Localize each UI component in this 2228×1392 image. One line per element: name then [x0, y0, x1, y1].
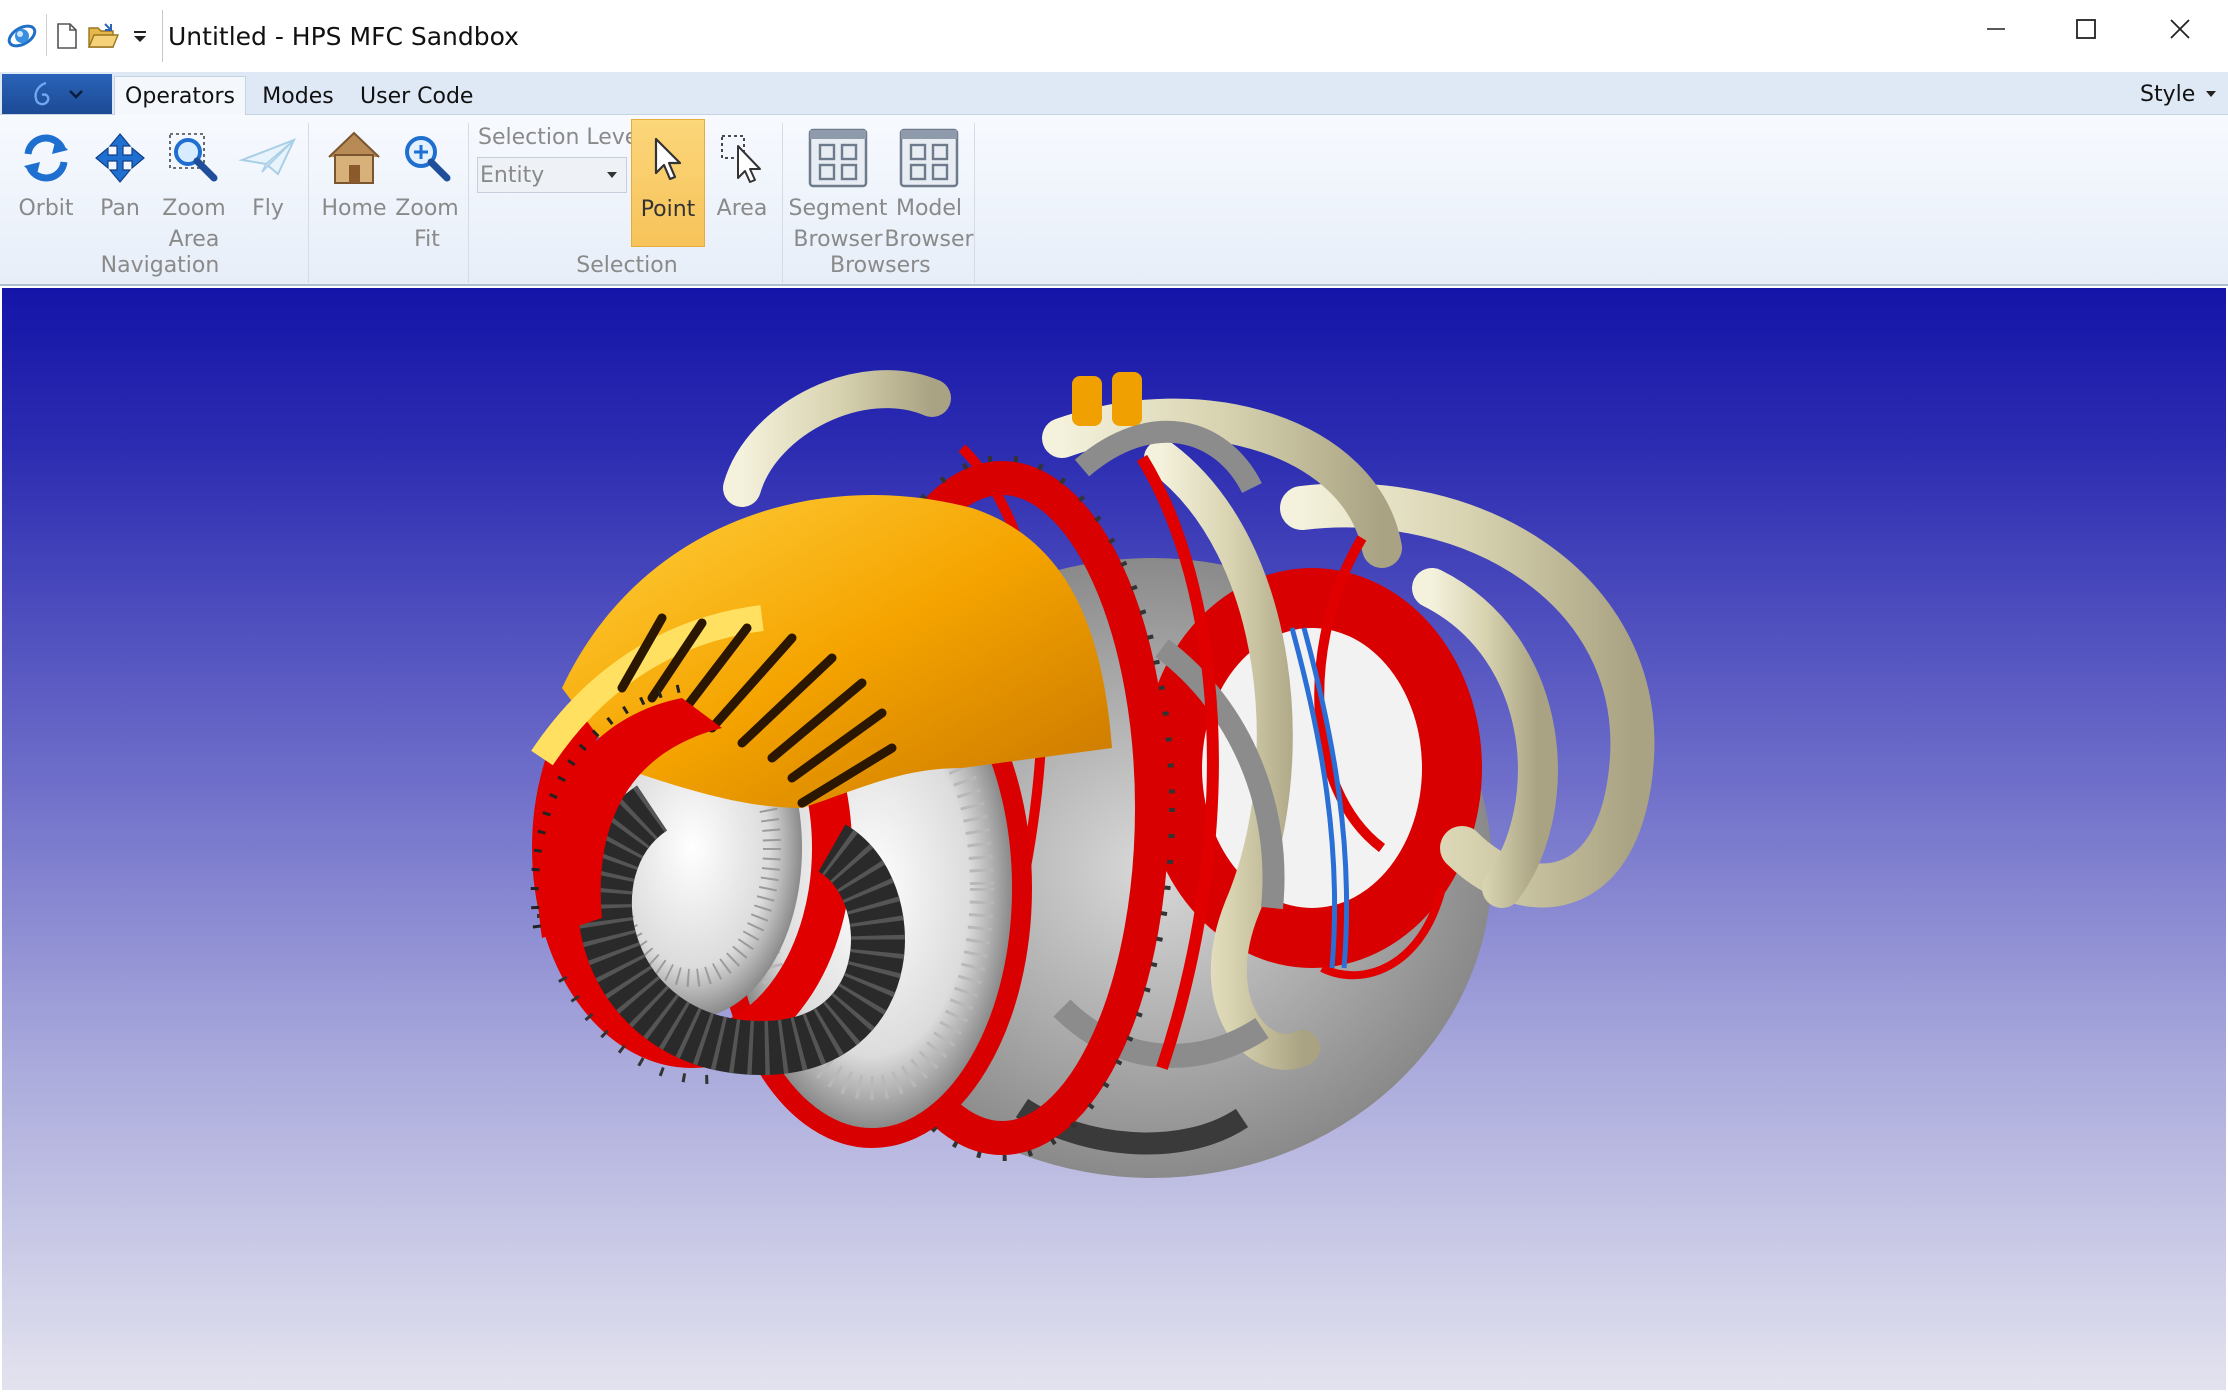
app-menu-icon — [34, 81, 50, 106]
model-browser-label-1: Model — [895, 196, 963, 221]
ribbon-panel: Orbit Pan Zoom Area Fly Navigation Home … — [0, 115, 2228, 286]
model-browser-label-2: Browser — [884, 227, 974, 252]
minimize-icon — [1987, 28, 2005, 30]
selection-level-dropdown[interactable]: Entity — [477, 157, 627, 193]
orbit-icon — [24, 134, 68, 182]
zoom-area-label-1: Zoom — [162, 196, 226, 221]
pan-button[interactable]: Pan — [84, 123, 156, 224]
zoom-fit-label-2: Fit — [414, 227, 440, 252]
minimize-button[interactable] — [1950, 0, 2042, 58]
point-select-button[interactable]: Point — [631, 119, 705, 247]
home-label: Home — [321, 196, 387, 221]
paper-plane-icon — [238, 138, 296, 176]
title-bar: Untitled - HPS MFC Sandbox — [0, 0, 2228, 72]
point-label: Point — [640, 197, 696, 222]
zoom-area-label-2: Area — [168, 227, 220, 252]
zoom-fit-icon — [405, 136, 451, 182]
area-select-icon — [721, 135, 761, 183]
selection-level-value: Entity — [480, 162, 545, 188]
home-button[interactable]: Home — [316, 123, 392, 224]
close-icon — [2170, 19, 2190, 39]
tab-user-code[interactable]: User Code — [352, 76, 481, 116]
chevron-down-icon — [69, 90, 83, 99]
orbit-button[interactable]: Orbit — [10, 123, 82, 224]
area-label: Area — [716, 196, 768, 221]
zoom-area-button[interactable]: Zoom Area — [158, 123, 230, 255]
fly-label: Fly — [252, 196, 284, 221]
quick-access-dropdown-icon[interactable] — [128, 14, 152, 58]
maximize-button[interactable] — [2040, 0, 2132, 58]
orbit-label: Orbit — [18, 196, 74, 221]
segment-browser-button[interactable]: Segment Browser — [788, 123, 888, 255]
selection-group-label: Selection — [576, 253, 678, 278]
selection-level-label: Selection Level — [478, 125, 645, 150]
zoom-fit-label-1: Zoom — [395, 196, 459, 221]
tab-modes[interactable]: Modes — [250, 76, 346, 116]
style-menu[interactable]: Style — [2140, 76, 2217, 112]
3d-viewport[interactable] — [2, 288, 2226, 1390]
cursor-arrow-icon — [654, 137, 682, 181]
zoom-fit-button[interactable]: Zoom Fit — [392, 123, 462, 255]
model-browser-icon — [899, 128, 959, 188]
style-menu-label: Style — [2140, 81, 2196, 107]
jet-engine-model[interactable] — [2, 288, 2226, 1390]
area-select-button[interactable]: Area — [705, 123, 779, 224]
pan-label: Pan — [100, 196, 140, 221]
caret-down-icon — [2206, 91, 2217, 97]
tab-operators[interactable]: Operators — [114, 76, 246, 116]
new-document-icon[interactable] — [50, 14, 84, 58]
navigation-group-label: Navigation — [100, 253, 220, 278]
maximize-icon — [2076, 19, 2096, 39]
pan-arrows-icon — [95, 133, 145, 183]
zoom-area-icon — [169, 133, 218, 182]
app-logo-icon[interactable] — [2, 14, 42, 58]
fly-button[interactable]: Fly — [232, 123, 304, 224]
model-browser-button[interactable]: Model Browser — [884, 123, 974, 255]
home-icon — [328, 131, 380, 184]
close-button[interactable] — [2134, 0, 2226, 58]
segment-browser-icon — [808, 128, 868, 188]
browsers-group-label: Browsers — [830, 253, 931, 278]
app-menu-button[interactable] — [2, 74, 112, 114]
open-folder-icon[interactable] — [84, 14, 122, 58]
window-title: Untitled - HPS MFC Sandbox — [168, 22, 519, 51]
segment-browser-label-1: Segment — [788, 196, 888, 221]
segment-browser-label-2: Browser — [793, 227, 883, 252]
ribbon-tab-row: Operators Modes User Code Style — [0, 72, 2228, 116]
dropdown-arrow-icon — [607, 172, 617, 178]
